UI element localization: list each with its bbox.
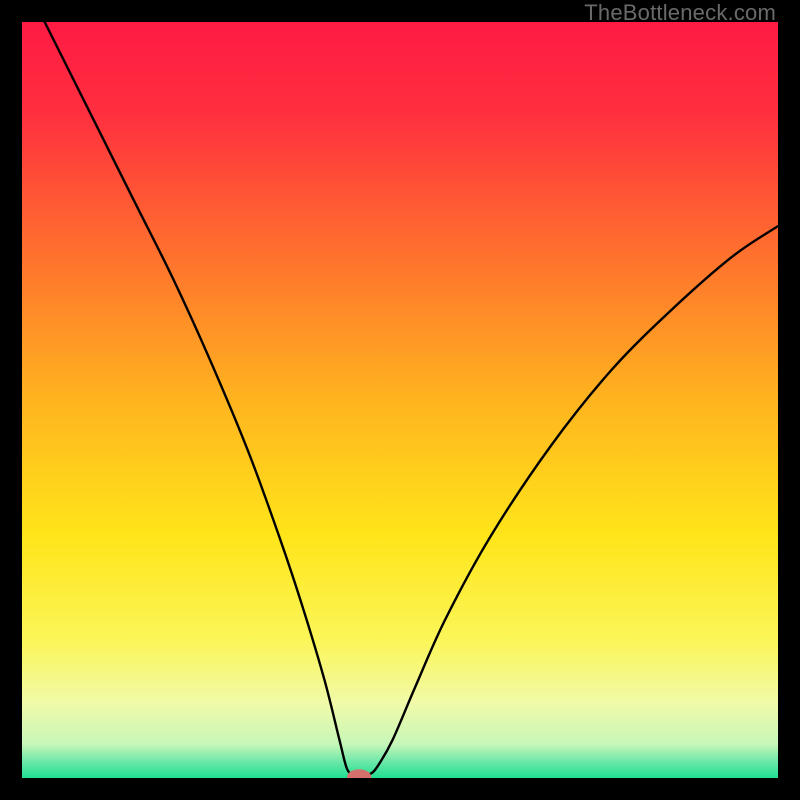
chart-background [22, 22, 778, 778]
chart-frame [22, 22, 778, 778]
bottleneck-chart [22, 22, 778, 778]
watermark-text: TheBottleneck.com [584, 0, 776, 26]
